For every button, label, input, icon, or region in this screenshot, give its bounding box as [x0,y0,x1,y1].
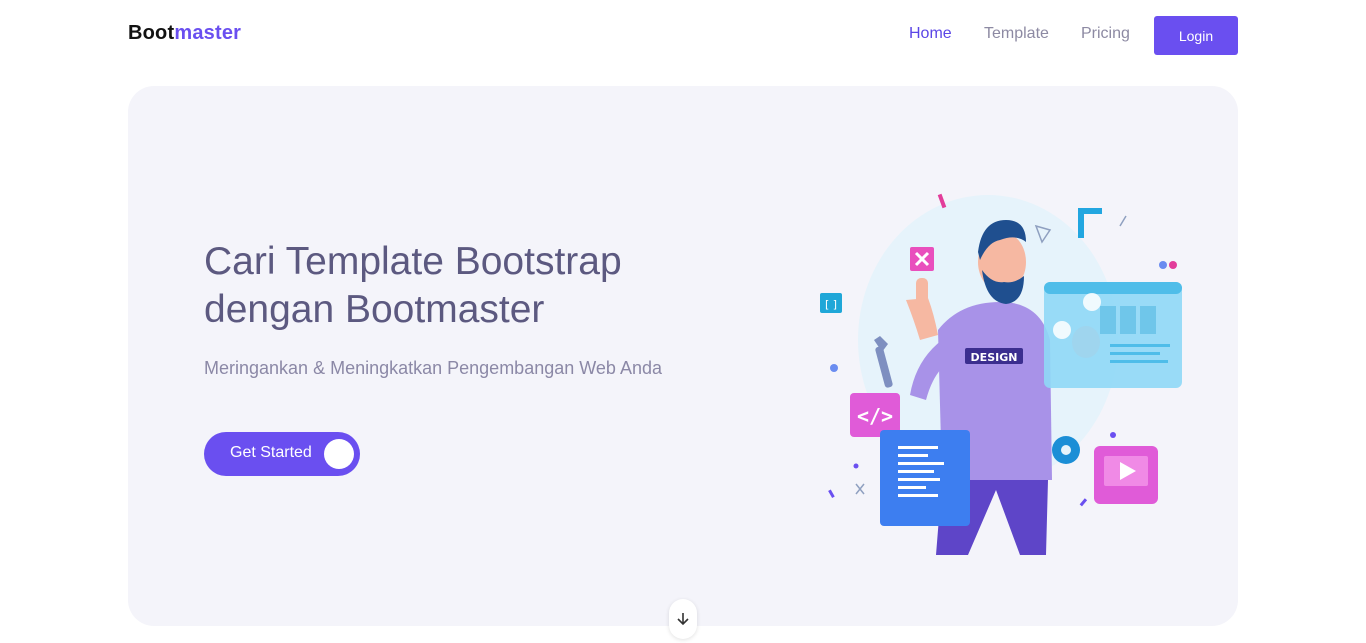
get-started-button[interactable]: Get Started [204,432,360,476]
flag-decor [1078,208,1102,214]
hero-illustration: [ ] DESIGN </> [820,193,1182,555]
dot-decor [1169,261,1177,269]
close-icon [910,247,934,271]
confetti [1079,498,1088,507]
dot-decor [1110,432,1116,438]
hero-title: Cari Template Bootstrap dengan Bootmaste… [204,238,724,334]
dot-decor [1159,261,1167,269]
login-button[interactable]: Login [1154,16,1238,55]
nav-template[interactable]: Template [984,25,1049,43]
design-badge-text: DESIGN [971,351,1018,364]
person-hand-right [1072,326,1100,358]
arrow-down-icon [677,613,689,626]
brand-part-boot: Boot [128,22,175,44]
toggle-knob [324,439,354,469]
brand-part-master: master [174,22,242,44]
brackets-icon: [ ] [820,293,842,313]
hero-title-line-1: Cari Template Bootstrap [204,240,622,283]
nav-home[interactable]: Home [909,25,952,43]
dot-decor [853,463,859,469]
confetti [828,489,835,498]
browser-panel [1044,282,1182,388]
hero-subtitle: Meringankan & Meningkatkan Pengembangan … [204,358,662,378]
navbar: Bootmaster Home Template Pricing Login [0,0,1366,70]
dash-decor [1119,215,1127,227]
gear-icon [1052,436,1080,464]
hero-title-line-2: dengan Bootmaster [204,288,545,331]
get-started-label: Get Started [230,444,312,461]
svg-text:[ ]: [ ] [825,298,837,311]
play-icon [1094,446,1158,504]
brand-logo[interactable]: Bootmaster [128,22,241,45]
nav-pricing[interactable]: Pricing [1081,25,1130,43]
scroll-down-button[interactable] [669,599,697,639]
svg-text:</>: </> [857,404,893,428]
document-panel [880,430,970,526]
dot-decor [830,364,838,372]
